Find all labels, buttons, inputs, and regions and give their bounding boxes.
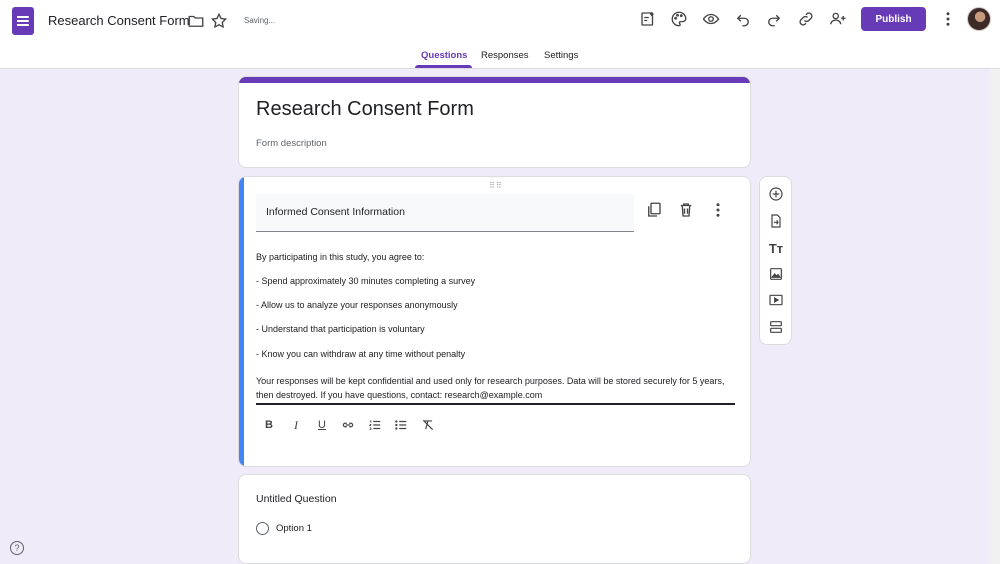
italic-icon[interactable]: I: [288, 417, 304, 433]
tab-responses[interactable]: Responses: [481, 50, 529, 61]
add-video-icon[interactable]: [767, 291, 785, 309]
tab-settings[interactable]: Settings: [544, 50, 578, 61]
customize-addon-icon[interactable]: [637, 8, 659, 30]
underline-icon[interactable]: U: [314, 417, 330, 433]
description-intro[interactable]: By participating in this study, you agre…: [256, 252, 424, 262]
delete-icon[interactable]: [675, 199, 697, 221]
folder-icon[interactable]: [185, 10, 207, 32]
help-icon[interactable]: ?: [10, 541, 24, 555]
option-radio: [256, 522, 269, 535]
add-title-icon[interactable]: Tт: [767, 239, 785, 257]
question-card[interactable]: Untitled Question Option 1: [238, 474, 751, 564]
drag-handle-icon[interactable]: ⠿⠿: [489, 181, 503, 190]
form-title-card[interactable]: Research Consent Form Form description: [238, 76, 751, 168]
description-field-underline: [256, 403, 735, 405]
redo-icon[interactable]: [763, 8, 785, 30]
top-header: Research Consent Form Saving... Publish …: [0, 0, 1000, 69]
star-icon[interactable]: [208, 10, 230, 32]
duplicate-icon[interactable]: [643, 199, 665, 221]
import-questions-icon[interactable]: [767, 212, 785, 230]
section-title: Informed Consent Information: [266, 206, 405, 218]
more-vert-icon[interactable]: [707, 199, 729, 221]
bold-icon[interactable]: B: [261, 417, 277, 433]
document-title[interactable]: Research Consent Form: [48, 13, 190, 28]
description-bullet[interactable]: - Know you can withdraw at any time with…: [256, 349, 465, 359]
form-title[interactable]: Research Consent Form: [256, 98, 474, 121]
link-icon[interactable]: [340, 417, 356, 433]
main-tabs: Questions Responses Settings: [0, 48, 1000, 69]
bulleted-list-icon[interactable]: [393, 417, 409, 433]
section-title-field[interactable]: Informed Consent Information: [256, 194, 634, 232]
add-question-icon[interactable]: [767, 185, 785, 203]
active-tab-indicator: [415, 65, 472, 68]
palette-icon[interactable]: [668, 8, 690, 30]
description-bullet[interactable]: - Understand that participation is volun…: [256, 324, 425, 334]
add-collaborator-icon[interactable]: [827, 8, 849, 30]
title-card-accent: [239, 77, 750, 83]
form-description-field[interactable]: Form description: [256, 138, 327, 149]
link-icon[interactable]: [795, 8, 817, 30]
tab-questions[interactable]: Questions: [421, 50, 467, 61]
preview-eye-icon[interactable]: [700, 8, 722, 30]
numbered-list-icon[interactable]: [367, 417, 383, 433]
add-section-icon[interactable]: [767, 318, 785, 336]
more-vert-icon[interactable]: [937, 8, 959, 30]
description-closing[interactable]: Your responses will be kept confidential…: [256, 374, 737, 402]
question-title[interactable]: Untitled Question: [256, 493, 337, 505]
description-bullet[interactable]: - Allow us to analyze your responses ano…: [256, 300, 458, 310]
section-active-accent: [239, 177, 244, 466]
forms-logo-icon[interactable]: [12, 7, 34, 35]
page-scrollbar[interactable]: [990, 69, 1000, 564]
floating-toolbar: Tт: [759, 176, 792, 345]
saving-status: Saving...: [244, 16, 276, 25]
user-avatar[interactable]: [967, 7, 991, 31]
description-bullet[interactable]: - Spend approximately 30 minutes complet…: [256, 276, 475, 286]
clear-format-icon[interactable]: [420, 417, 436, 433]
section-card[interactable]: ⠿⠿ Informed Consent Information By parti…: [238, 176, 751, 467]
publish-button[interactable]: Publish: [861, 7, 926, 31]
option-label[interactable]: Option 1: [276, 523, 312, 534]
add-image-icon[interactable]: [767, 265, 785, 283]
undo-icon[interactable]: [732, 8, 754, 30]
